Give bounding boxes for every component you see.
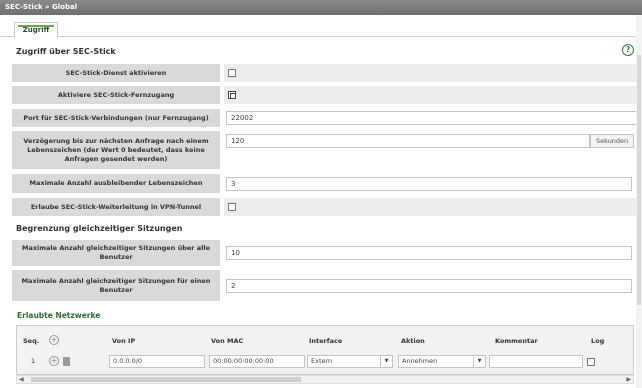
section-title-sitzungen: Begrenzung gleichzeitiger Sitzungen <box>16 224 183 233</box>
column-header-von-mac: Von MAC <box>211 337 244 345</box>
vertical-scrollbar[interactable] <box>636 15 642 388</box>
row-verzoegerung: Verzögerung bis zur nächsten Anfrage nac… <box>12 131 639 169</box>
scrollbar-thumb[interactable] <box>637 55 641 305</box>
log-checkbox[interactable] <box>587 358 595 366</box>
fernzugang-checkbox[interactable] <box>228 91 236 99</box>
column-header-von-ip: Von IP <box>112 337 136 345</box>
action-value: Annehmen <box>402 357 438 365</box>
field-label: Verzögerung bis zur nächsten Anfrage nac… <box>12 131 220 169</box>
chevron-down-icon: ▼ <box>380 356 392 367</box>
field-label: Erlaube SEC-Stick-Weiterleitung in VPN-T… <box>12 198 220 216</box>
field-label: Aktiviere SEC-Stick-Fernzugang <box>12 86 220 104</box>
interface-select[interactable]: Extern ▼ <box>307 355 393 368</box>
help-icon[interactable]: ? <box>622 44 634 56</box>
tab-active-indicator <box>18 25 54 27</box>
column-header-interface: Interface <box>309 337 343 345</box>
field-label: Port für SEC-Stick-Verbindungen (nur Fer… <box>12 109 220 127</box>
sitzungen-benutzer-input[interactable]: 2 <box>226 278 632 293</box>
column-header-log: Log <box>591 337 605 345</box>
insert-row-icon[interactable]: + <box>49 356 59 366</box>
port-input[interactable]: 22002 <box>226 111 638 125</box>
scroll-right-icon[interactable]: ▶ <box>626 376 631 383</box>
row-sitzungen-alle: Maximale Anzahl gleichzeitiger Sitzungen… <box>12 240 639 266</box>
scroll-left-icon[interactable]: ◀ <box>19 376 24 383</box>
row-lebenszeichen: Maximale Anzahl ausbleibender Lebenszeic… <box>12 174 639 193</box>
row-port: Port für SEC-Stick-Verbindungen (nur Fer… <box>12 109 639 127</box>
vpn-weiterleitung-checkbox[interactable] <box>228 203 236 211</box>
interface-value: Extern <box>311 357 333 365</box>
row-sitzungen-benutzer: Maximale Anzahl gleichzeitiger Sitzungen… <box>12 270 639 301</box>
lebenszeichen-input[interactable]: 3 <box>226 176 632 191</box>
section-title-zugriff: Zugriff über SEC-Stick <box>16 47 116 56</box>
unit-label: Sekunden <box>590 134 635 148</box>
field-label: Maximale Anzahl gleichzeitiger Sitzungen… <box>12 240 220 266</box>
from-ip-input[interactable]: 0.0.0.0/0 <box>109 355 205 368</box>
horizontal-scrollbar[interactable]: ◀ ▶ <box>16 375 634 384</box>
breadcrumb: SEC-Stick » Global <box>0 0 642 15</box>
row-fernzugang: Aktiviere SEC-Stick-Fernzugang <box>12 86 639 104</box>
verzoegerung-input[interactable]: 120 <box>226 134 590 148</box>
scrollbar-thumb[interactable] <box>31 377 301 382</box>
action-select[interactable]: Annehmen ▼ <box>398 355 486 368</box>
tab-label: Zugriff <box>22 26 50 34</box>
networks-table: Seq. + Von IP Von MAC Interface Aktion K… <box>16 325 634 375</box>
sec-stick-dienst-checkbox[interactable] <box>228 69 236 77</box>
tab-bar: Zugriff <box>0 15 642 38</box>
column-header-kommentar: Kommentar <box>495 337 538 345</box>
add-row-icon[interactable]: + <box>49 335 59 345</box>
chevron-down-icon: ▼ <box>473 356 485 367</box>
sitzungen-alle-input[interactable]: 10 <box>226 246 632 260</box>
row-vpn-weiterleitung: Erlaube SEC-Stick-Weiterleitung in VPN-T… <box>12 198 639 216</box>
comment-input[interactable] <box>489 355 583 368</box>
row-sec-stick-dienst: SEC-Stick-Dienst aktivieren <box>12 64 639 82</box>
tab-zugriff[interactable]: Zugriff <box>14 22 58 38</box>
field-label: SEC-Stick-Dienst aktivieren <box>12 64 220 82</box>
networks-title: Erlaubte Netzwerke <box>17 311 101 320</box>
from-mac-input[interactable]: 00:00:00:00:00:00 <box>209 355 305 368</box>
column-header-aktion: Aktion <box>401 337 425 345</box>
field-label: Maximale Anzahl ausbleibender Lebenszeic… <box>12 174 220 193</box>
column-header-seq: Seq. <box>23 337 40 345</box>
trash-icon[interactable] <box>63 357 70 366</box>
seq-value: 1 <box>31 357 36 365</box>
field-label: Maximale Anzahl gleichzeitiger Sitzungen… <box>12 270 220 301</box>
